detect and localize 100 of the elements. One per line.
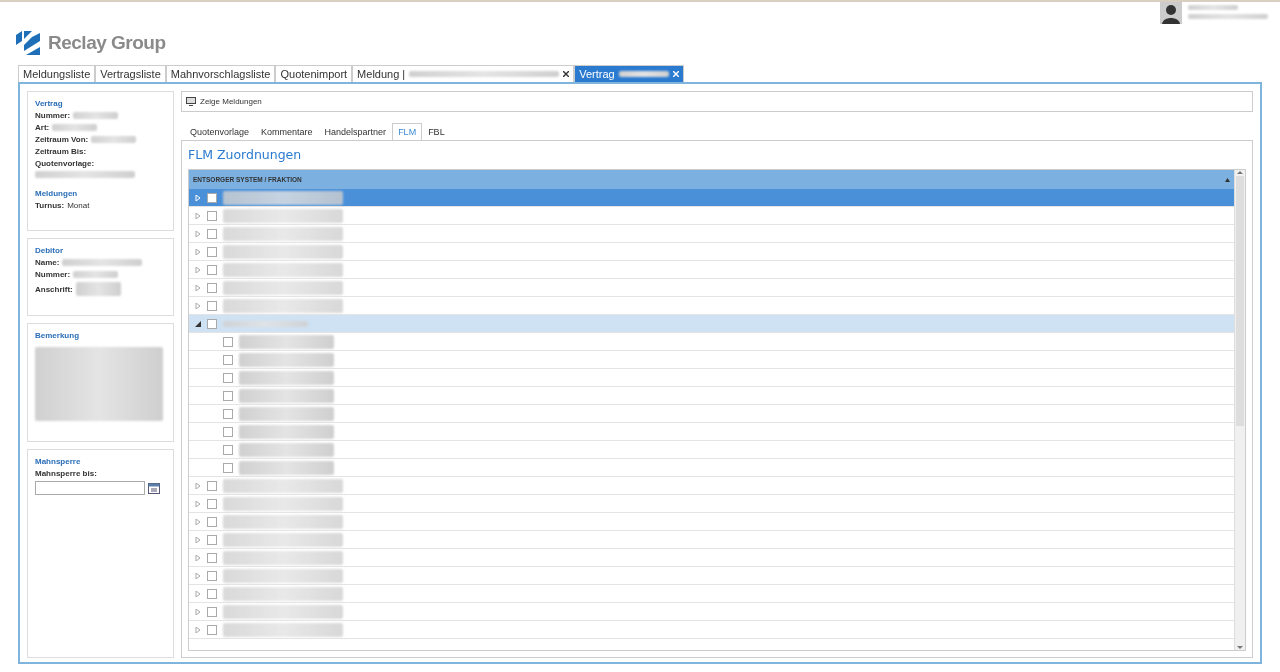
expand-arrow-icon[interactable] [195, 248, 201, 255]
date-field[interactable] [35, 481, 145, 495]
checkbox[interactable] [207, 498, 217, 509]
field-value: Monat [67, 201, 90, 210]
checkbox[interactable] [223, 426, 233, 437]
expand-arrow-icon[interactable] [195, 230, 201, 237]
checkbox[interactable] [223, 408, 233, 419]
checkbox[interactable] [207, 318, 217, 329]
checkbox[interactable] [207, 552, 217, 563]
checkbox[interactable] [207, 606, 217, 617]
expand-arrow-icon[interactable] [195, 572, 201, 579]
tree-row[interactable] [189, 243, 1234, 261]
logo-icon [16, 31, 40, 55]
expand-arrow-icon[interactable] [195, 212, 201, 219]
checkbox[interactable] [223, 462, 233, 473]
tree-row[interactable] [189, 531, 1234, 549]
tree-row[interactable] [189, 225, 1234, 243]
expand-arrow-icon[interactable] [195, 536, 201, 543]
expand-arrow-icon[interactable] [195, 266, 201, 273]
blurred-text [1188, 5, 1238, 10]
expand-arrow-icon[interactable] [195, 554, 201, 561]
expand-arrow-icon[interactable] [195, 626, 201, 633]
blurred-text [75, 282, 121, 296]
blurred-text [618, 71, 669, 77]
tab-label: Quotenimport [280, 68, 348, 80]
checkbox[interactable] [223, 354, 233, 365]
field-label: Mahnsperre bis: [35, 469, 98, 478]
field-label: Anschrift: [35, 284, 73, 294]
tree-row[interactable] [189, 495, 1234, 513]
expand-arrow-icon[interactable] [195, 518, 201, 525]
tree-row[interactable] [189, 477, 1234, 495]
tree-row[interactable] [189, 603, 1234, 621]
tab[interactable]: Vertragsliste [95, 65, 166, 82]
tab-label: Vertragsliste [100, 68, 161, 80]
checkbox[interactable] [207, 480, 217, 491]
expand-arrow-icon[interactable] [195, 302, 201, 309]
checkbox[interactable] [223, 390, 233, 401]
collapse-arrow-icon[interactable] [195, 320, 201, 327]
logo-text: Reclay Group [48, 32, 166, 54]
blurred-text [73, 271, 119, 278]
field-label: Zeitraum Bis: [35, 147, 87, 156]
checkbox[interactable] [223, 444, 233, 455]
show-reports-button[interactable]: Zeige Meldungen [186, 97, 262, 106]
tree-row[interactable] [189, 279, 1234, 297]
tab-label: Meldungsliste [23, 68, 91, 80]
checkbox[interactable] [207, 282, 217, 293]
tab-label: Meldung | [357, 68, 406, 80]
field-label: Art: [35, 123, 50, 132]
tab[interactable]: FLM [392, 123, 423, 141]
field-label: Name: [35, 258, 60, 267]
checkbox[interactable] [223, 336, 233, 347]
field-label: Nummer: [35, 111, 71, 120]
panel-title: Meldungen [35, 189, 79, 198]
tab[interactable]: Mahnvorschlagsliste [165, 65, 276, 82]
checkbox[interactable] [207, 516, 217, 527]
tree-row[interactable] [189, 297, 1234, 315]
field-label: Turnus: [35, 201, 65, 210]
panel-title: Debitor [35, 246, 64, 255]
checkbox[interactable] [207, 624, 217, 635]
expand-arrow-icon[interactable] [195, 500, 201, 507]
checkbox[interactable] [207, 246, 217, 257]
tree-row[interactable] [189, 621, 1234, 639]
tree-row[interactable] [189, 261, 1234, 279]
blurred-text [52, 124, 98, 131]
blurred-text [73, 112, 119, 119]
checkbox[interactable] [207, 192, 217, 203]
panel-title: Bemerkung [35, 331, 80, 340]
expand-arrow-icon[interactable] [195, 590, 201, 597]
calendar-icon[interactable] [148, 482, 160, 494]
scroll-down-icon[interactable] [1237, 644, 1243, 650]
field-label: Zeitraum Von: [35, 135, 89, 144]
checkbox[interactable] [207, 534, 217, 545]
tab[interactable]: Vertrag [574, 65, 684, 82]
checkbox[interactable] [207, 300, 217, 311]
section-title: FLM Zuordnungen [188, 147, 303, 162]
tab[interactable]: Meldungsliste [18, 65, 96, 82]
checkbox[interactable] [207, 210, 217, 221]
close-icon[interactable] [563, 71, 570, 77]
tab[interactable]: Quotenimport [275, 65, 353, 82]
tree-row[interactable] [189, 207, 1234, 225]
field-label: Nummer: [35, 270, 71, 279]
sort-arrow-icon [1225, 177, 1230, 182]
scrollbar[interactable] [1234, 170, 1245, 650]
expand-arrow-icon[interactable] [195, 284, 201, 291]
checkbox[interactable] [207, 264, 217, 275]
tree-row[interactable] [189, 585, 1234, 603]
tree-row[interactable] [189, 513, 1234, 531]
tree-row[interactable] [189, 549, 1234, 567]
avatar-icon[interactable] [1160, 2, 1182, 24]
expand-arrow-icon[interactable] [195, 608, 201, 615]
panel-title: Mahnsperre [35, 457, 82, 466]
checkbox[interactable] [207, 588, 217, 599]
checkbox[interactable] [223, 372, 233, 383]
checkbox[interactable] [207, 570, 217, 581]
tab[interactable]: Meldung | [352, 65, 575, 82]
checkbox[interactable] [207, 228, 217, 239]
expand-arrow-icon[interactable] [195, 482, 201, 489]
tab-label: Vertrag [579, 68, 615, 80]
tree-row[interactable] [189, 567, 1234, 585]
tree-row[interactable] [189, 189, 1234, 207]
